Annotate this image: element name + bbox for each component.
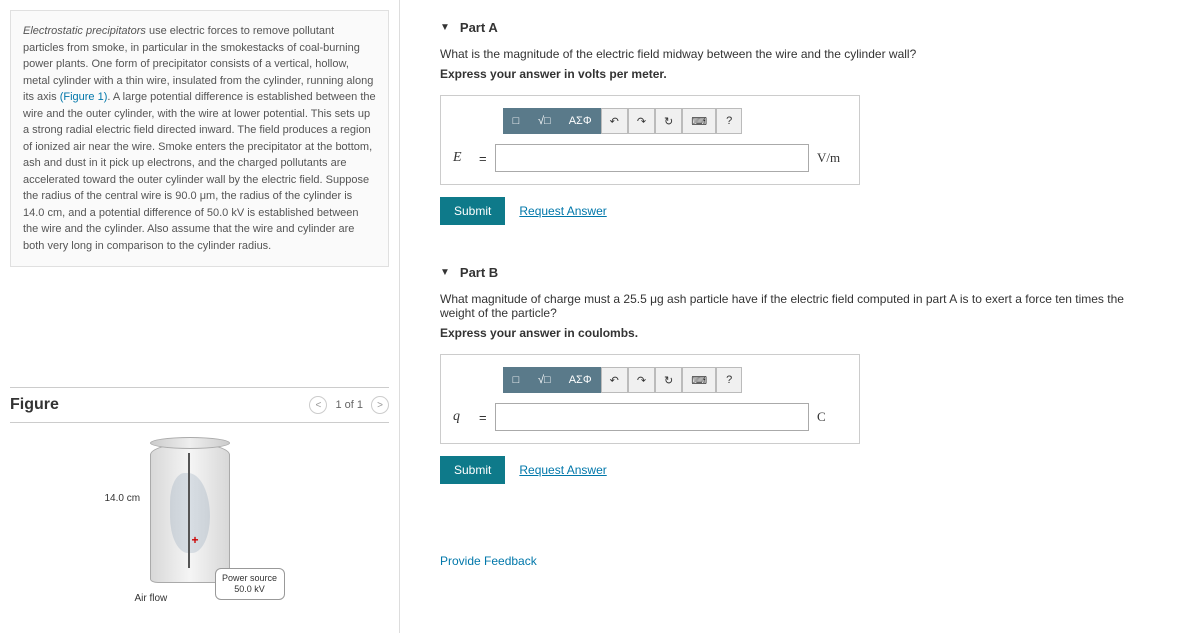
- templates-button[interactable]: □: [503, 108, 529, 134]
- part-a-header[interactable]: ▼ Part A: [440, 20, 1160, 35]
- pager-next-button[interactable]: >: [371, 396, 389, 414]
- figure-title: Figure: [10, 396, 59, 414]
- reset-button[interactable]: ↻: [655, 367, 682, 393]
- answer-input-a[interactable]: [495, 144, 809, 172]
- variable-e: E: [453, 150, 471, 166]
- pager-prev-button[interactable]: <: [309, 396, 327, 414]
- airflow-label: Air flow: [135, 593, 168, 604]
- equals-sign: =: [479, 151, 487, 166]
- greek-button[interactable]: ΑΣΦ: [560, 108, 601, 134]
- part-a-title: Part A: [460, 20, 498, 35]
- provide-feedback-link[interactable]: Provide Feedback: [440, 554, 537, 568]
- equals-sign: =: [479, 410, 487, 425]
- pager-text: 1 of 1: [335, 399, 363, 411]
- figure-header: Figure < 1 of 1 >: [10, 387, 389, 423]
- redo-button[interactable]: ↷: [628, 367, 655, 393]
- power-label-1: Power source: [220, 573, 280, 584]
- redo-button[interactable]: ↷: [628, 108, 655, 134]
- undo-button[interactable]: ↶: [601, 367, 628, 393]
- answer-input-b[interactable]: [495, 403, 809, 431]
- keyboard-button[interactable]: ⌨: [682, 108, 716, 134]
- submit-button-b[interactable]: Submit: [440, 456, 505, 484]
- part-b-title: Part B: [460, 265, 498, 280]
- submit-button-a[interactable]: Submit: [440, 197, 505, 225]
- figure-reference-link[interactable]: (Figure 1): [60, 91, 108, 103]
- variable-q: q: [453, 409, 471, 425]
- problem-body-2: . A large potential difference is establ…: [23, 91, 376, 252]
- help-button[interactable]: ?: [716, 108, 742, 134]
- request-answer-link-b[interactable]: Request Answer: [519, 463, 606, 477]
- part-a-instruction: Express your answer in volts per meter.: [440, 67, 1160, 81]
- unit-a: V/m: [817, 150, 847, 166]
- sqrt-button[interactable]: √□: [529, 367, 560, 393]
- dimension-label: 14.0 cm: [105, 493, 141, 504]
- greek-button[interactable]: ΑΣΦ: [560, 367, 601, 393]
- reset-button[interactable]: ↻: [655, 108, 682, 134]
- part-a-block: ▼ Part A What is the magnitude of the el…: [440, 20, 1160, 225]
- problem-statement: Electrostatic precipitators use electric…: [10, 10, 389, 267]
- power-label-2: 50.0 kV: [220, 584, 280, 595]
- power-source-box: Power source 50.0 kV: [215, 568, 285, 600]
- part-b-block: ▼ Part B What magnitude of charge must a…: [440, 265, 1160, 484]
- undo-button[interactable]: ↶: [601, 108, 628, 134]
- templates-button[interactable]: □: [503, 367, 529, 393]
- problem-italic-lead: Electrostatic precipitators: [23, 25, 146, 37]
- request-answer-link-a[interactable]: Request Answer: [519, 204, 606, 218]
- part-b-answer-box: □ √□ ΑΣΦ ↶ ↷ ↻ ⌨ ? q = C: [440, 354, 860, 444]
- part-b-question: What magnitude of charge must a 25.5 μg …: [440, 292, 1160, 320]
- part-b-instruction: Express your answer in coulombs.: [440, 326, 1160, 340]
- toolbar-b: □ √□ ΑΣΦ ↶ ↷ ↻ ⌨ ?: [503, 367, 847, 393]
- keyboard-button[interactable]: ⌨: [682, 367, 716, 393]
- part-b-header[interactable]: ▼ Part B: [440, 265, 1160, 280]
- sqrt-button[interactable]: √□: [529, 108, 560, 134]
- toolbar-a: □ √□ ΑΣΦ ↶ ↷ ↻ ⌨ ?: [503, 108, 847, 134]
- unit-b: C: [817, 409, 847, 425]
- caret-down-icon: ▼: [440, 267, 450, 278]
- help-button[interactable]: ?: [716, 367, 742, 393]
- caret-down-icon: ▼: [440, 22, 450, 33]
- part-a-answer-box: □ √□ ΑΣΦ ↶ ↷ ↻ ⌨ ? E = V/m: [440, 95, 860, 185]
- figure-pager: < 1 of 1 >: [309, 396, 389, 414]
- part-a-question: What is the magnitude of the electric fi…: [440, 47, 1160, 61]
- figure-image: + 14.0 cm Power source 50.0 kV Air flow: [10, 443, 389, 623]
